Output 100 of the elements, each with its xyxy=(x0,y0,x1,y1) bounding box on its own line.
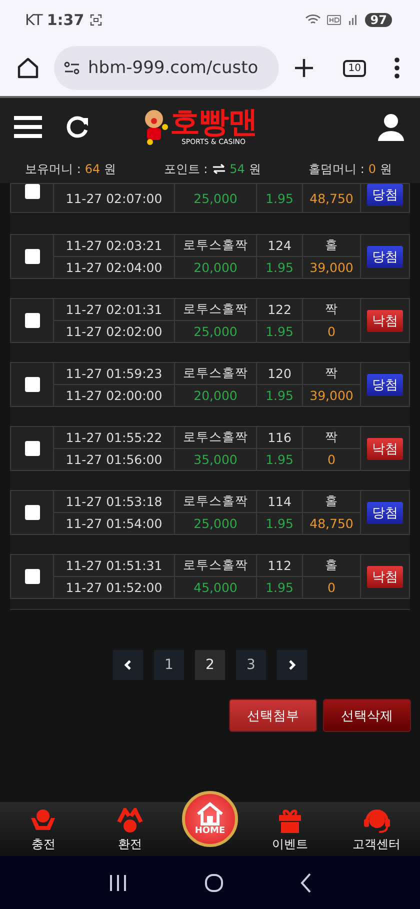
game-name: 로투스홀짝 xyxy=(175,363,257,384)
checkbox[interactable] xyxy=(24,184,40,199)
odds: 1.95 xyxy=(257,512,303,534)
address-bar[interactable]: hbm-999.com/custo xyxy=(54,46,280,90)
game-name: 로투스홀짝 xyxy=(175,555,257,576)
bet-amount: 45,000 xyxy=(175,576,257,598)
back-icon[interactable] xyxy=(300,872,312,892)
page-button[interactable]: 3 xyxy=(236,650,266,680)
settle-time: 11-27 01:56:00 xyxy=(54,448,175,470)
balance-label: 홀덤머니 : xyxy=(308,160,364,178)
balance-value: 64 xyxy=(84,162,100,176)
bet-time: 11-27 01:53:18 xyxy=(54,491,175,512)
payout: 39,000 xyxy=(303,256,361,278)
bet-amount: 20,000 xyxy=(175,256,257,278)
chevron-right-icon xyxy=(288,660,296,670)
payout: 39,000 xyxy=(303,384,361,406)
bet-amount: 35,000 xyxy=(175,448,257,470)
settle-time: 11-27 02:07:00 xyxy=(54,184,175,212)
result-badge: 당첨 xyxy=(367,502,403,524)
payout: 48,750 xyxy=(303,184,361,212)
action-button[interactable]: 선택삭제 xyxy=(323,699,411,732)
transfer-icon[interactable] xyxy=(212,164,226,174)
headset-icon xyxy=(362,808,391,834)
house-icon xyxy=(194,802,225,826)
round-number: 112 xyxy=(257,555,303,576)
checkbox[interactable] xyxy=(24,441,40,456)
bet-time: 11-27 01:51:31 xyxy=(54,555,175,576)
tab-count[interactable]: 10 xyxy=(343,60,366,76)
url-text: hbm-999.com/custo xyxy=(88,58,258,78)
refresh-icon[interactable] xyxy=(66,114,90,138)
bet-pick: 짝 xyxy=(303,299,361,320)
odds: 1.95 xyxy=(257,448,303,470)
round-number: 116 xyxy=(257,427,303,448)
recent-apps-icon[interactable] xyxy=(108,874,128,892)
bet-amount: 20,000 xyxy=(175,384,257,406)
odds: 1.95 xyxy=(257,576,303,598)
balance-label: 보유머니 : xyxy=(25,160,81,178)
game-name: 로투스홀짝 xyxy=(175,427,257,448)
bet-pick: 홀 xyxy=(303,491,361,512)
payout: 0 xyxy=(303,576,361,598)
game-name: 로투스홀짝 xyxy=(175,235,257,256)
bet-pick: 짝 xyxy=(303,427,361,448)
result-badge: 당첨 xyxy=(367,184,403,206)
balance-value: 54 xyxy=(230,162,245,176)
menu-icon[interactable] xyxy=(14,114,42,138)
site-settings-icon[interactable] xyxy=(64,61,80,75)
checkbox[interactable] xyxy=(24,249,40,264)
odds: 1.95 xyxy=(257,320,303,342)
result-badge: 당첨 xyxy=(367,246,403,268)
bet-time: 11-27 01:59:23 xyxy=(54,363,175,384)
user-icon[interactable] xyxy=(378,112,404,140)
settle-time: 11-27 02:00:00 xyxy=(54,384,175,406)
game-name: 로투스홀짝 xyxy=(175,299,257,320)
currency-unit: 원 xyxy=(380,160,392,178)
payout: 0 xyxy=(303,320,361,342)
nav-item[interactable]: 환전 xyxy=(95,808,166,853)
payout: 48,750 xyxy=(303,512,361,534)
bet-time: 11-27 02:03:21 xyxy=(54,235,175,256)
action-button[interactable]: 선택첨부 xyxy=(229,699,317,732)
bet-amount: 25,000 xyxy=(175,512,257,534)
currency-unit: 원 xyxy=(248,160,261,178)
home-button[interactable]: HOME xyxy=(182,791,238,847)
page-button[interactable]: 1 xyxy=(154,650,184,680)
odds: 1.95 xyxy=(257,256,303,278)
odds: 1.95 xyxy=(257,184,303,212)
hands-coin-icon xyxy=(116,808,144,834)
odds: 1.95 xyxy=(257,384,303,406)
result-badge: 낙첨 xyxy=(367,310,403,332)
carrier-name: KT xyxy=(25,11,43,29)
home-icon[interactable] xyxy=(16,56,40,80)
nav-item[interactable]: 이벤트 xyxy=(254,808,325,853)
result-badge: 당첨 xyxy=(367,374,403,396)
next-page-button[interactable] xyxy=(277,650,307,680)
logo-text: 호빵맨 xyxy=(170,108,257,138)
payout: 0 xyxy=(303,448,361,470)
settle-time: 11-27 01:52:00 xyxy=(54,576,175,598)
bet-pick: 짝 xyxy=(303,363,361,384)
game-name: 로투스홀짝 xyxy=(175,491,257,512)
checkbox[interactable] xyxy=(24,505,40,520)
bet-time: 11-27 02:01:31 xyxy=(54,299,175,320)
chevron-left-icon xyxy=(124,660,132,670)
menu-icon[interactable] xyxy=(394,57,400,79)
nav-item[interactable]: 충전 xyxy=(8,808,78,853)
wifi-icon xyxy=(305,14,322,26)
page-button[interactable]: 2 xyxy=(195,650,225,680)
round-number: 122 xyxy=(257,299,303,320)
balance-label: 포인트 : xyxy=(164,160,208,178)
checkbox[interactable] xyxy=(24,569,40,584)
checkbox[interactable] xyxy=(24,377,40,392)
new-tab-icon[interactable] xyxy=(293,57,316,79)
settle-time: 11-27 02:04:00 xyxy=(54,256,175,278)
checkbox[interactable] xyxy=(24,313,40,328)
screenshot-icon xyxy=(90,14,102,26)
previous-page-button[interactable] xyxy=(113,650,143,680)
round-number: 120 xyxy=(257,363,303,384)
result-badge: 낙첨 xyxy=(367,566,403,588)
bet-pick: 홀 xyxy=(303,555,361,576)
battery-level: 97 xyxy=(365,13,392,27)
balance-value: 0 xyxy=(368,162,376,176)
nav-item[interactable]: 고객센터 xyxy=(342,808,412,853)
